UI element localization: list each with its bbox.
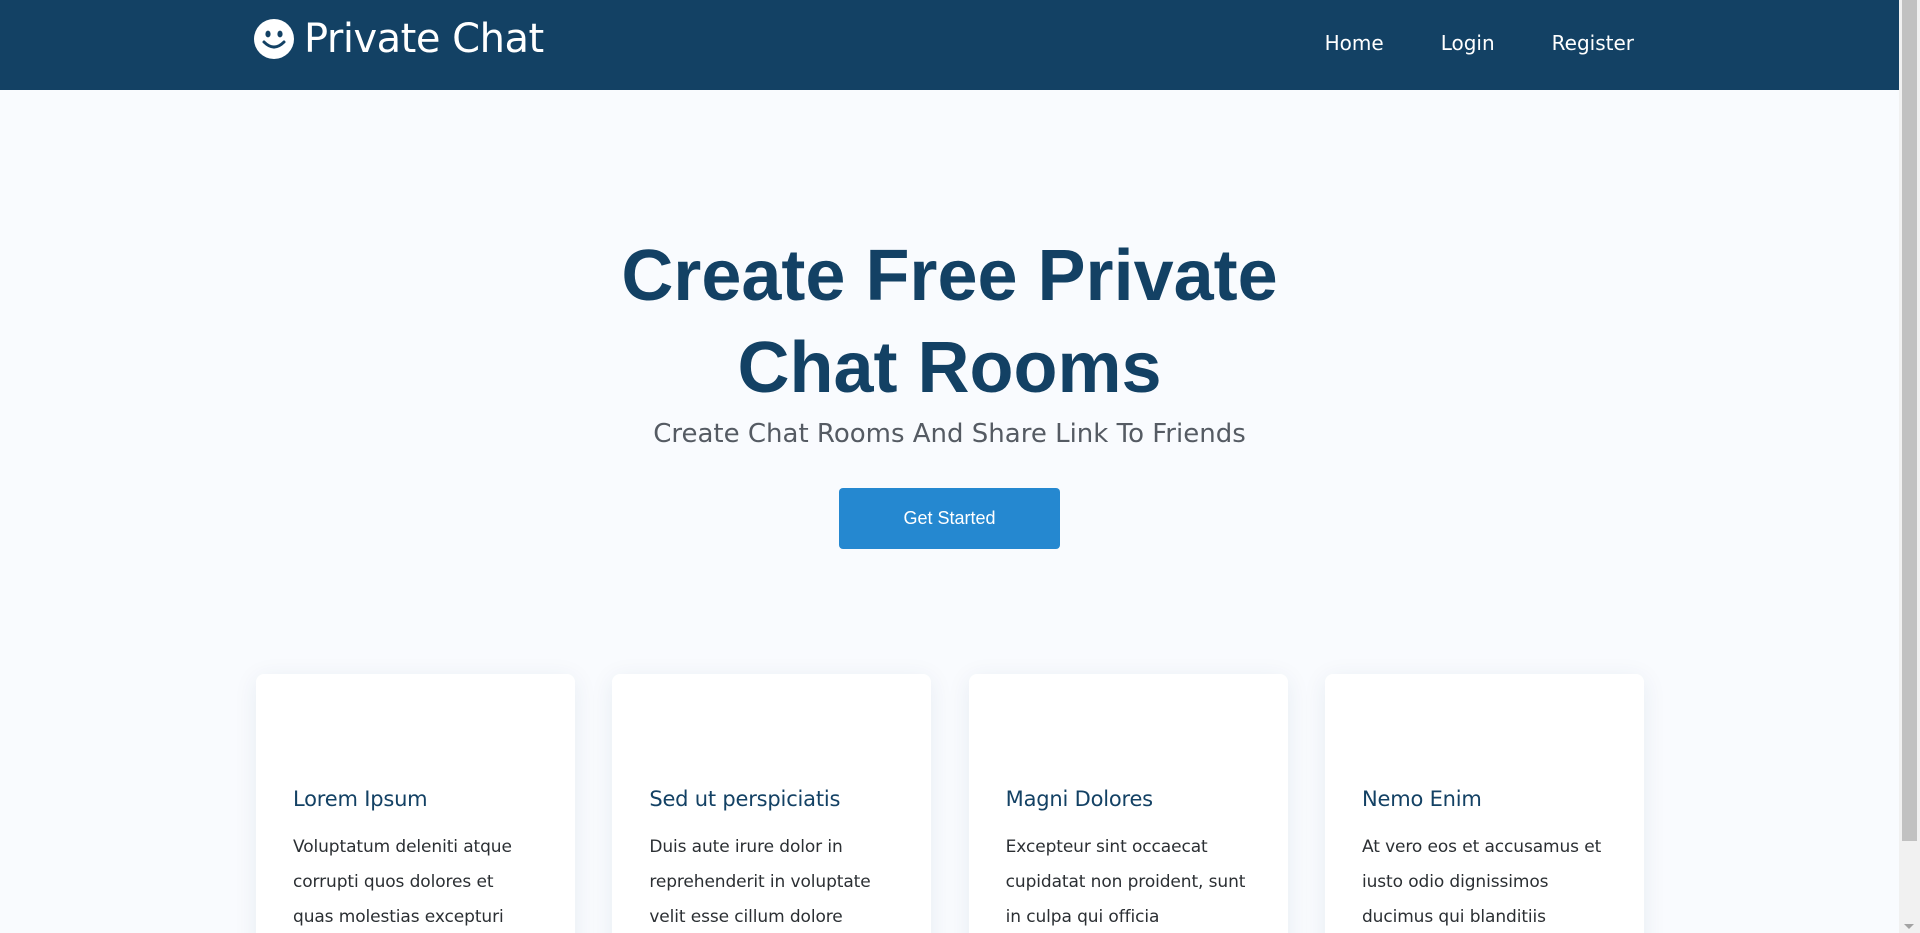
nav-home-link[interactable]: Home (1325, 30, 1384, 56)
main-nav: Home Login Register (1268, 30, 1634, 56)
card-title: Magni Dolores (1005, 787, 1153, 811)
card-text: Duis aute irure dolor in reprehenderit i… (649, 837, 871, 927)
scroll-down-arrow-icon[interactable] (1904, 924, 1914, 929)
card-text: Excepteur sint occaecat cupidatat non pr… (1005, 837, 1246, 927)
hero-subtitle: Create Chat Rooms And Share Link To Frie… (653, 419, 1246, 449)
card-title: Lorem Ipsum (293, 787, 428, 811)
browser-viewport: Private Chat Home Login Register Create … (0, 0, 1920, 933)
brand-name: Private Chat (304, 16, 544, 62)
smiley-icon (254, 19, 294, 59)
card-title: Nemo Enim (1361, 787, 1482, 811)
feature-card: Nemo Enim At vero eos et accusamus et iu… (1324, 674, 1644, 933)
feature-cards: Lorem Ipsum Voluptatum deleniti atque co… (256, 674, 1644, 933)
card-text: At vero eos et accusamus et iusto odio d… (1361, 837, 1602, 927)
hero-title: Create Free Private Chat Rooms (621, 236, 1278, 408)
card-text: Voluptatum deleniti atque corrupti quos … (293, 837, 512, 927)
feature-card: Magni Dolores Excepteur sint occaecat cu… (968, 674, 1288, 933)
vertical-scrollbar[interactable] (1899, 0, 1920, 933)
feature-card: Lorem Ipsum Voluptatum deleniti atque co… (256, 674, 575, 933)
brand-link[interactable]: Private Chat (254, 16, 544, 62)
nav-login-link[interactable]: Login (1441, 30, 1495, 56)
page-content: Private Chat Home Login Register Create … (0, 0, 1899, 933)
get-started-button[interactable]: Get Started (839, 488, 1060, 549)
card-title: Sed ut perspiciatis (649, 787, 841, 811)
nav-register-link[interactable]: Register (1552, 30, 1634, 56)
feature-card: Sed ut perspiciatis Duis aute irure dolo… (612, 674, 932, 933)
scrollbar-thumb[interactable] (1902, 0, 1917, 841)
navbar: Private Chat Home Login Register (0, 0, 1899, 90)
